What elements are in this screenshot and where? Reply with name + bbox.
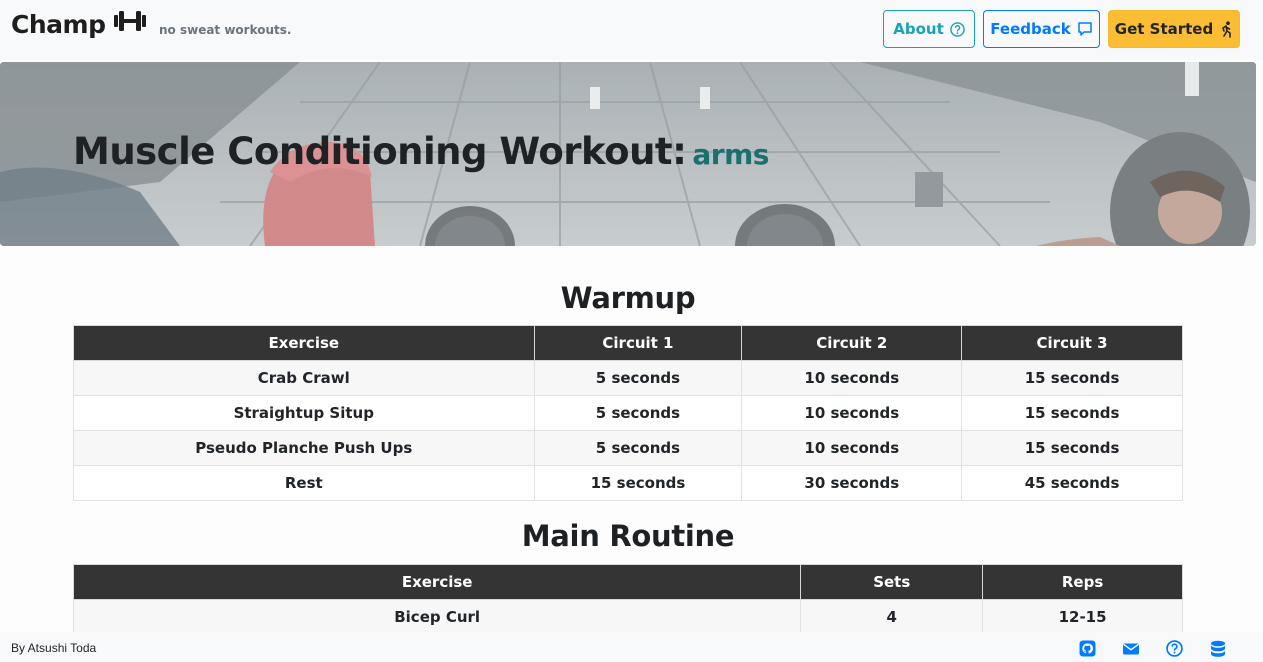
get-started-label: Get Started: [1114, 20, 1214, 38]
duration-cell: 15 seconds: [533, 465, 743, 501]
help-icon[interactable]: [1166, 640, 1184, 658]
chat-square-icon: [1077, 21, 1093, 37]
question-circle-icon: [949, 21, 965, 37]
exercise-cell: Straightup Situp: [73, 395, 535, 431]
page-title: Muscle Conditioning Workout: arms: [73, 130, 769, 173]
github-icon[interactable]: [1079, 640, 1097, 658]
about-label: About: [893, 20, 944, 38]
main-routine-heading: Main Routine: [521, 519, 735, 553]
page-title-text: Muscle Conditioning Workout:: [73, 130, 687, 173]
main-routine-header-row: Exercise Sets Reps: [72, 564, 1183, 600]
warmup-table: Exercise Circuit 1 Circuit 2 Circuit 3 C…: [73, 325, 1183, 501]
table-row: Bicep Curl 4 12-15: [72, 599, 1183, 635]
warmup-header-row: Exercise Circuit 1 Circuit 2 Circuit 3: [73, 325, 1183, 361]
duration-cell: 10 seconds: [741, 395, 963, 431]
column-header: Circuit 1: [533, 325, 743, 361]
running-person-icon: [1219, 20, 1233, 38]
get-started-button[interactable]: Get Started: [1108, 10, 1240, 48]
column-header: Reps: [982, 564, 1183, 600]
duration-cell: 15 seconds: [961, 430, 1183, 466]
sets-cell: 4: [800, 599, 984, 635]
tagline: no sweat workouts.: [159, 23, 292, 37]
duration-cell: 5 seconds: [533, 395, 743, 431]
column-header: Exercise: [73, 325, 535, 361]
duration-cell: 15 seconds: [961, 360, 1183, 396]
column-header: Sets: [800, 564, 984, 600]
table-row: Rest 15 seconds 30 seconds 45 seconds: [73, 465, 1183, 501]
brand-logo[interactable]: Champ: [11, 9, 147, 39]
exercise-cell: Rest: [73, 465, 535, 501]
main-routine-table: Exercise Sets Reps Bicep Curl 4 12-15: [72, 564, 1183, 635]
feedback-label: Feedback: [990, 20, 1071, 38]
table-row: Crab Crawl 5 seconds 10 seconds 15 secon…: [73, 360, 1183, 396]
hero-banner: Muscle Conditioning Workout: arms: [0, 62, 1256, 246]
duration-cell: 10 seconds: [741, 360, 963, 396]
about-button[interactable]: About: [883, 10, 975, 48]
navbar: Champ no sweat workouts. About Feedback …: [0, 0, 1263, 60]
warmup-heading: Warmup: [560, 281, 696, 315]
table-row: Pseudo Planche Push Ups 5 seconds 10 sec…: [73, 430, 1183, 466]
database-icon[interactable]: [1210, 640, 1228, 658]
duration-cell: 5 seconds: [533, 360, 743, 396]
duration-cell: 10 seconds: [741, 430, 963, 466]
mail-icon[interactable]: [1122, 640, 1140, 658]
dumbbell-icon: [113, 9, 147, 39]
exercise-cell: Pseudo Planche Push Ups: [73, 430, 535, 466]
column-header: Circuit 3: [961, 325, 1183, 361]
footer: By Atsushi Toda: [0, 632, 1263, 662]
exercise-cell: Crab Crawl: [73, 360, 535, 396]
column-header: Circuit 2: [741, 325, 963, 361]
column-header: Exercise: [72, 564, 802, 600]
duration-cell: 30 seconds: [741, 465, 963, 501]
duration-cell: 5 seconds: [533, 430, 743, 466]
feedback-button[interactable]: Feedback: [983, 10, 1100, 48]
footer-author: By Atsushi Toda: [11, 641, 97, 655]
brand-name: Champ: [11, 9, 106, 39]
exercise-cell: Bicep Curl: [72, 599, 802, 635]
duration-cell: 15 seconds: [961, 395, 1183, 431]
duration-cell: 45 seconds: [961, 465, 1183, 501]
workout-category: arms: [692, 138, 769, 171]
table-row: Straightup Situp 5 seconds 10 seconds 15…: [73, 395, 1183, 431]
reps-cell: 12-15: [982, 599, 1183, 635]
